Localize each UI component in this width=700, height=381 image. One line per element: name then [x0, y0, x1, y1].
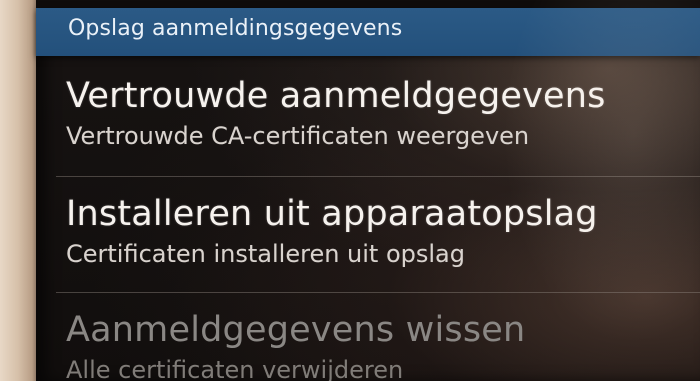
section-header-title: Opslag aanmeldingsgegevens — [68, 16, 403, 41]
device-bezel-edge — [0, 0, 40, 381]
list-item-title: Vertrouwde aanmeldgegevens — [66, 76, 606, 116]
list-item-title: Aanmeldgegevens wissen — [66, 310, 526, 350]
divider — [56, 176, 700, 177]
list-item-title: Installeren uit apparaatopslag — [66, 194, 598, 234]
divider — [56, 292, 700, 293]
status-strip — [36, 0, 700, 8]
list-item-subtitle: Vertrouwde CA-certificaten weergeven — [66, 122, 530, 150]
list-item-install-from-storage[interactable]: Installeren uit apparaatopslag Certifica… — [66, 194, 686, 268]
list-item-subtitle: Certificaten installeren uit opslag — [66, 240, 465, 268]
list-item-subtitle: Alle certificaten verwijderen — [66, 356, 404, 381]
photo-frame: Opslag aanmeldingsgegevens Vertrouwde aa… — [0, 0, 700, 381]
section-header: Opslag aanmeldingsgegevens — [36, 8, 700, 56]
list-item-trusted-credentials[interactable]: Vertrouwde aanmeldgegevens Vertrouwde CA… — [66, 76, 686, 150]
list-item-clear-credentials[interactable]: Aanmeldgegevens wissen Alle certificaten… — [66, 310, 686, 381]
